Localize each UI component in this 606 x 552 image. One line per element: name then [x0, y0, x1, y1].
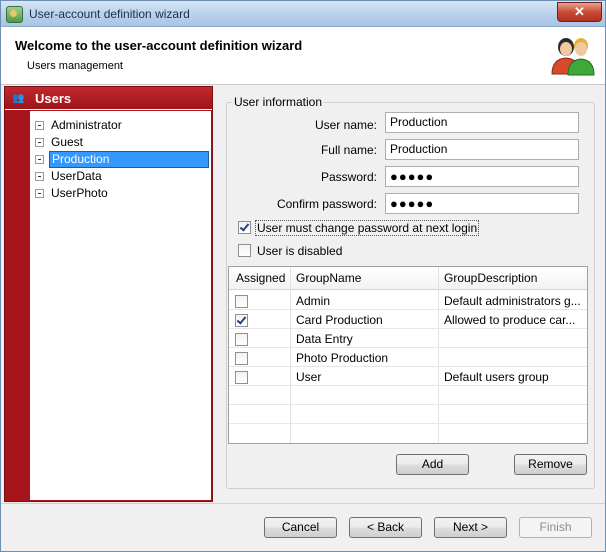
finish-button[interactable]: Finish: [519, 517, 592, 538]
group-name-cell: Admin: [296, 294, 331, 308]
groups-grid-header: Assigned GroupName GroupDescription: [229, 267, 587, 290]
group-name-cell: User: [296, 370, 322, 384]
close-button[interactable]: ✕: [557, 2, 602, 22]
next-button[interactable]: Next >: [434, 517, 507, 538]
expand-icon[interactable]: [35, 189, 44, 198]
add-button[interactable]: Add: [396, 454, 469, 475]
expand-icon[interactable]: [35, 121, 44, 130]
footer-separator: [1, 503, 605, 504]
row-divider: [229, 423, 587, 424]
tree-item-label[interactable]: Administrator: [49, 118, 124, 133]
group-name-cell: Data Entry: [296, 332, 353, 346]
row-divider: [229, 347, 587, 348]
row-divider: [229, 404, 587, 405]
tree-item-label[interactable]: Guest: [49, 135, 85, 150]
row-divider: [229, 385, 587, 386]
assigned-checkbox[interactable]: [235, 314, 248, 327]
cancel-button[interactable]: Cancel: [264, 517, 337, 538]
username-label: User name:: [314, 118, 377, 132]
users-tree[interactable]: Administrator Guest Production UserData …: [30, 111, 211, 500]
fullname-input[interactable]: Production: [385, 139, 579, 160]
wizard-header: Welcome to the user-account definition w…: [1, 27, 605, 85]
assigned-checkbox[interactable]: [235, 371, 248, 384]
assigned-checkbox[interactable]: [235, 333, 248, 346]
fullname-label: Full name:: [320, 143, 377, 157]
users-panel-title: Users: [35, 91, 72, 106]
row-divider: [229, 366, 587, 367]
users-panel-header: 👥 Users: [5, 87, 212, 110]
assigned-checkbox[interactable]: [235, 295, 248, 308]
column-divider: [290, 267, 291, 443]
expand-icon[interactable]: [35, 138, 44, 147]
users-small-icon: 👥: [12, 93, 25, 104]
row-divider: [229, 328, 587, 329]
header-subtitle: Users management: [27, 60, 123, 72]
wizard-window: User-account definition wizard ✕ Welcome…: [0, 0, 606, 552]
must-change-password-checkbox[interactable]: [238, 221, 251, 234]
expand-icon[interactable]: [35, 155, 44, 164]
row-divider: [229, 309, 587, 310]
group-name-cell: Card Production: [296, 313, 383, 327]
group-description-cell: Default users group: [444, 370, 549, 384]
user-disabled-label[interactable]: User is disabled: [257, 244, 342, 258]
tree-item-label[interactable]: UserPhoto: [49, 186, 110, 201]
tree-item-label-selected[interactable]: Production: [49, 151, 209, 168]
column-divider: [438, 267, 439, 443]
users-panel: 👥 Users Administrator Guest Production U…: [4, 86, 213, 502]
column-header-groupname[interactable]: GroupName: [296, 271, 361, 285]
app-icon: [6, 6, 23, 23]
tree-item-label[interactable]: UserData: [49, 169, 104, 184]
column-header-assigned[interactable]: Assigned: [236, 271, 285, 285]
assigned-checkbox[interactable]: [235, 352, 248, 365]
title-bar[interactable]: User-account definition wizard ✕: [1, 1, 605, 27]
group-name-cell: Photo Production: [296, 351, 389, 365]
confirm-password-input[interactable]: ●●●●●: [385, 193, 579, 214]
group-description-cell: Allowed to produce car...: [444, 313, 576, 327]
must-change-password-text: User must change password at next login: [255, 220, 480, 236]
user-information-title: User information: [232, 95, 325, 109]
must-change-password-label[interactable]: User must change password at next login: [255, 220, 480, 236]
users-icon: [551, 38, 595, 76]
expand-icon[interactable]: [35, 172, 44, 181]
remove-button[interactable]: Remove: [514, 454, 587, 475]
confirm-password-label: Confirm password:: [276, 197, 377, 211]
username-input[interactable]: Production: [385, 112, 579, 133]
groups-grid[interactable]: Assigned GroupName GroupDescription Admi…: [228, 266, 588, 444]
window-title: User-account definition wizard: [29, 7, 190, 21]
user-disabled-checkbox[interactable]: [238, 244, 251, 257]
header-title: Welcome to the user-account definition w…: [15, 38, 303, 53]
password-label: Password:: [320, 170, 377, 184]
group-description-cell: Default administrators g...: [444, 294, 581, 308]
column-header-groupdescription[interactable]: GroupDescription: [444, 271, 537, 285]
password-input[interactable]: ●●●●●: [385, 166, 579, 187]
back-button[interactable]: < Back: [349, 517, 422, 538]
